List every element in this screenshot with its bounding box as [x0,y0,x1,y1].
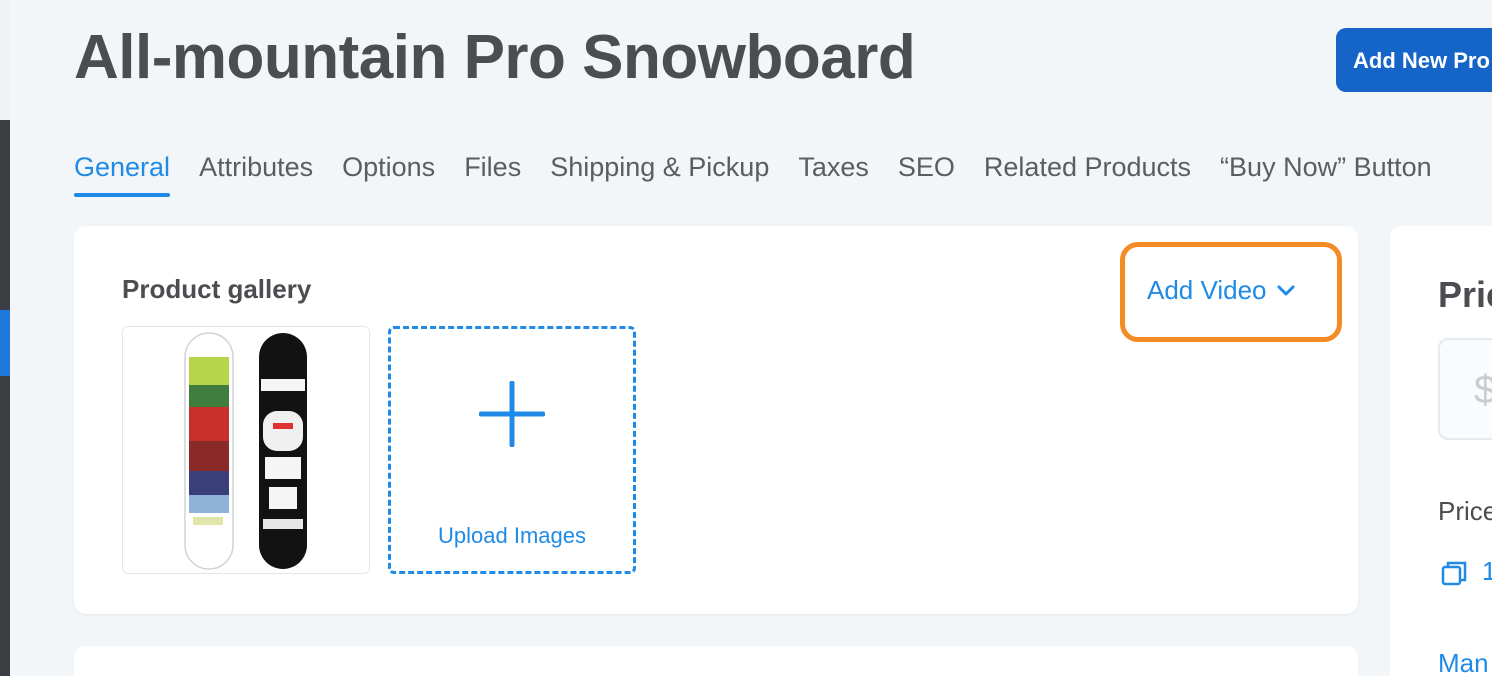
product-tabs: General Attributes Options Files Shipping & … [74,152,1461,200]
pricing-title: Pric [1438,274,1492,315]
page-title: All-mountain Pro Snowboard [74,23,916,92]
product-editor-page: All-mountain Pro Snowboard Add New Pro G… [0,0,1492,676]
product-gallery-card: Product gallery Add Video Upload Images [74,226,1358,614]
tab-seo[interactable]: SEO [898,152,955,197]
price-label: Price [1438,496,1492,526]
tab-attributes[interactable]: Attributes [199,152,313,197]
copy-icon[interactable] [1440,560,1468,586]
tab-options[interactable]: Options [342,152,435,197]
tab-related-products[interactable]: Related Products [984,152,1191,197]
product-image-thumbnail[interactable] [122,326,370,574]
add-video-dropdown[interactable]: Add Video [1147,275,1295,306]
upload-images-label: Upload Images [438,523,586,548]
plus-icon [479,381,545,447]
sidebar-active-indicator[interactable] [0,310,10,376]
tab-taxes[interactable]: Taxes [798,152,869,197]
copy-value[interactable]: 1 [1482,556,1492,587]
chevron-down-icon [1277,285,1295,295]
price-input[interactable]: $ [1438,338,1492,440]
tab-buy-now-button[interactable]: “Buy Now” Button [1220,152,1432,197]
snowboard-image [184,332,307,570]
add-video-highlight: Add Video [1120,242,1342,342]
upload-images-dropzone[interactable]: Upload Images [388,326,636,574]
pricing-card: Pric $ Price 1 Man [1390,226,1492,676]
add-new-product-button[interactable]: Add New Pro [1336,28,1492,92]
sidebar-nav [0,120,10,676]
currency-symbol: $ [1474,368,1492,412]
tab-shipping-pickup[interactable]: Shipping & Pickup [550,152,769,197]
tab-files[interactable]: Files [464,152,521,197]
next-card [74,646,1358,676]
tab-general[interactable]: General [74,152,171,197]
manage-link[interactable]: Man [1438,648,1489,676]
add-video-label: Add Video [1147,275,1267,305]
gallery-label: Product gallery [122,274,312,304]
